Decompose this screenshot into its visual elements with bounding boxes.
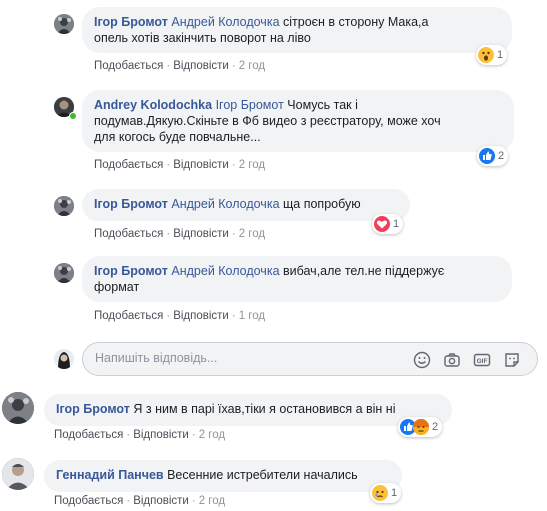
comment-author[interactable]: Ігор Бромот	[94, 197, 168, 211]
reaction-count: 2	[498, 150, 505, 162]
online-status-dot	[69, 112, 77, 120]
like-link[interactable]: Подобається	[94, 310, 163, 322]
separator: ·	[191, 495, 196, 507]
comment-timestamp[interactable]: 2 год	[239, 60, 265, 72]
reaction-badge[interactable]: 1	[370, 483, 402, 503]
comment-mention[interactable]: Андрей Колодочка	[171, 264, 279, 278]
comment-text: подумав.Дякую.Скіньте в Фб видео з реєст…	[94, 114, 441, 128]
avatar[interactable]	[54, 263, 74, 283]
like-link[interactable]: Подобається	[54, 429, 123, 441]
separator: ·	[191, 429, 196, 441]
current-user-avatar	[54, 349, 74, 369]
comment-text: опель хотів закінчить поворот на ліво	[94, 31, 311, 45]
reaction-badge[interactable]: 2	[398, 417, 443, 437]
like-link[interactable]: Подобається	[94, 159, 163, 171]
avatar[interactable]	[54, 196, 74, 216]
comment-timestamp[interactable]: 2 год	[239, 159, 265, 171]
comment-bubble: Ігор Бромот Андрей Колодочка сітроєн в с…	[82, 7, 512, 53]
svg-text:GIF: GIF	[477, 358, 488, 365]
comment-text: ща попробую	[279, 197, 361, 211]
comment-actions: Подобається · Відповісти · 2 год	[94, 60, 265, 72]
comment-text: сітроєн в сторону Мака,а	[279, 15, 429, 29]
reaction-count: 1	[497, 49, 504, 61]
comment-text: формат	[94, 280, 140, 294]
reply-input[interactable]	[95, 351, 395, 365]
comment-bubble: Ігор Бромот Андрей Колодочка вибач,але т…	[82, 256, 512, 302]
separator: ·	[166, 228, 171, 240]
comment-actions: Подобається · Відповісти · 2 год	[94, 159, 265, 171]
comment-mention[interactable]: Андрей Колодочка	[171, 15, 279, 29]
comment-text: Я з ним в парі їхав,тіки я остановився а…	[129, 402, 396, 416]
separator: ·	[166, 60, 171, 72]
like-link[interactable]: Подобається	[94, 60, 163, 72]
separator: ·	[231, 310, 236, 322]
camera-icon[interactable]	[443, 351, 461, 369]
reply-link[interactable]: Відповісти	[173, 310, 229, 322]
reply-link[interactable]: Відповісти	[133, 495, 189, 507]
comment-actions: Подобається · Відповісти · 2 год	[54, 429, 225, 441]
gif-icon[interactable]: GIF	[473, 351, 491, 369]
comment-actions: Подобається · Відповісти · 2 год	[54, 495, 225, 507]
separator: ·	[166, 159, 171, 171]
comment-timestamp[interactable]: 2 год	[199, 429, 225, 441]
separator: ·	[231, 228, 236, 240]
love-reaction-icon	[374, 216, 390, 232]
wow-reaction-icon	[478, 47, 494, 63]
reaction-count: 2	[432, 421, 439, 433]
angry-reaction-icon	[413, 419, 429, 435]
like-link[interactable]: Подобається	[54, 495, 123, 507]
reaction-badge[interactable]: 2	[477, 146, 509, 166]
comment-timestamp[interactable]: 2 год	[239, 228, 265, 240]
avatar[interactable]	[2, 392, 34, 424]
comment-actions: Подобається · Відповісти · 1 год	[94, 310, 265, 322]
reaction-badge[interactable]: 1	[372, 214, 404, 234]
comment-author[interactable]: Andrey Kolodochka	[94, 98, 212, 112]
separator: ·	[126, 429, 131, 441]
like-link[interactable]: Подобається	[94, 228, 163, 240]
reply-link[interactable]: Відповісти	[173, 60, 229, 72]
reaction-badge[interactable]: 1	[476, 45, 508, 65]
comment-bubble: Ігор Бромот Я з ним в парі їхав,тіки я о…	[44, 394, 452, 426]
comment-bubble: Геннадий Панчев Весенние истребители нач…	[44, 460, 402, 492]
comment-text: для когось буде повчальне...	[94, 130, 261, 144]
emoji-icon[interactable]	[413, 351, 431, 369]
comment-actions: Подобається · Відповісти · 2 год	[94, 228, 265, 240]
like-reaction-icon	[479, 148, 495, 164]
comment-timestamp[interactable]: 2 год	[199, 495, 225, 507]
sticker-icon[interactable]	[503, 351, 521, 369]
separator: ·	[231, 60, 236, 72]
comment-text: Чомусь так і	[283, 98, 358, 112]
comment-timestamp[interactable]: 1 год	[239, 310, 265, 322]
separator: ·	[166, 310, 171, 322]
comment-text: вибач,але тел.не піддержує	[279, 264, 445, 278]
reaction-count: 1	[393, 218, 400, 230]
reaction-count: 1	[391, 487, 398, 499]
avatar[interactable]	[54, 14, 74, 34]
reply-link[interactable]: Відповісти	[133, 429, 189, 441]
comment-author[interactable]: Ігор Бромот	[94, 15, 168, 29]
comment-author[interactable]: Ігор Бромот	[56, 402, 130, 416]
comment-text: Весенние истребители начались	[163, 468, 358, 482]
avatar[interactable]	[2, 458, 34, 490]
reply-link[interactable]: Відповісти	[173, 159, 229, 171]
reply-link[interactable]: Відповісти	[173, 228, 229, 240]
separator: ·	[231, 159, 236, 171]
comment-bubble: Ігор Бромот Андрей Колодочка ща попробую	[82, 189, 410, 221]
comment-mention[interactable]: Ігор Бромот	[216, 98, 284, 112]
comment-author[interactable]: Геннадий Панчев	[56, 468, 164, 482]
comment-mention[interactable]: Андрей Колодочка	[171, 197, 279, 211]
comment-author[interactable]: Ігор Бромот	[94, 264, 168, 278]
reply-input-box: GIF	[82, 342, 538, 376]
comment-bubble: Andrey Kolodochka Ігор Бромот Чомусь так…	[82, 90, 514, 152]
separator: ·	[126, 495, 131, 507]
sad-reaction-icon	[372, 485, 388, 501]
